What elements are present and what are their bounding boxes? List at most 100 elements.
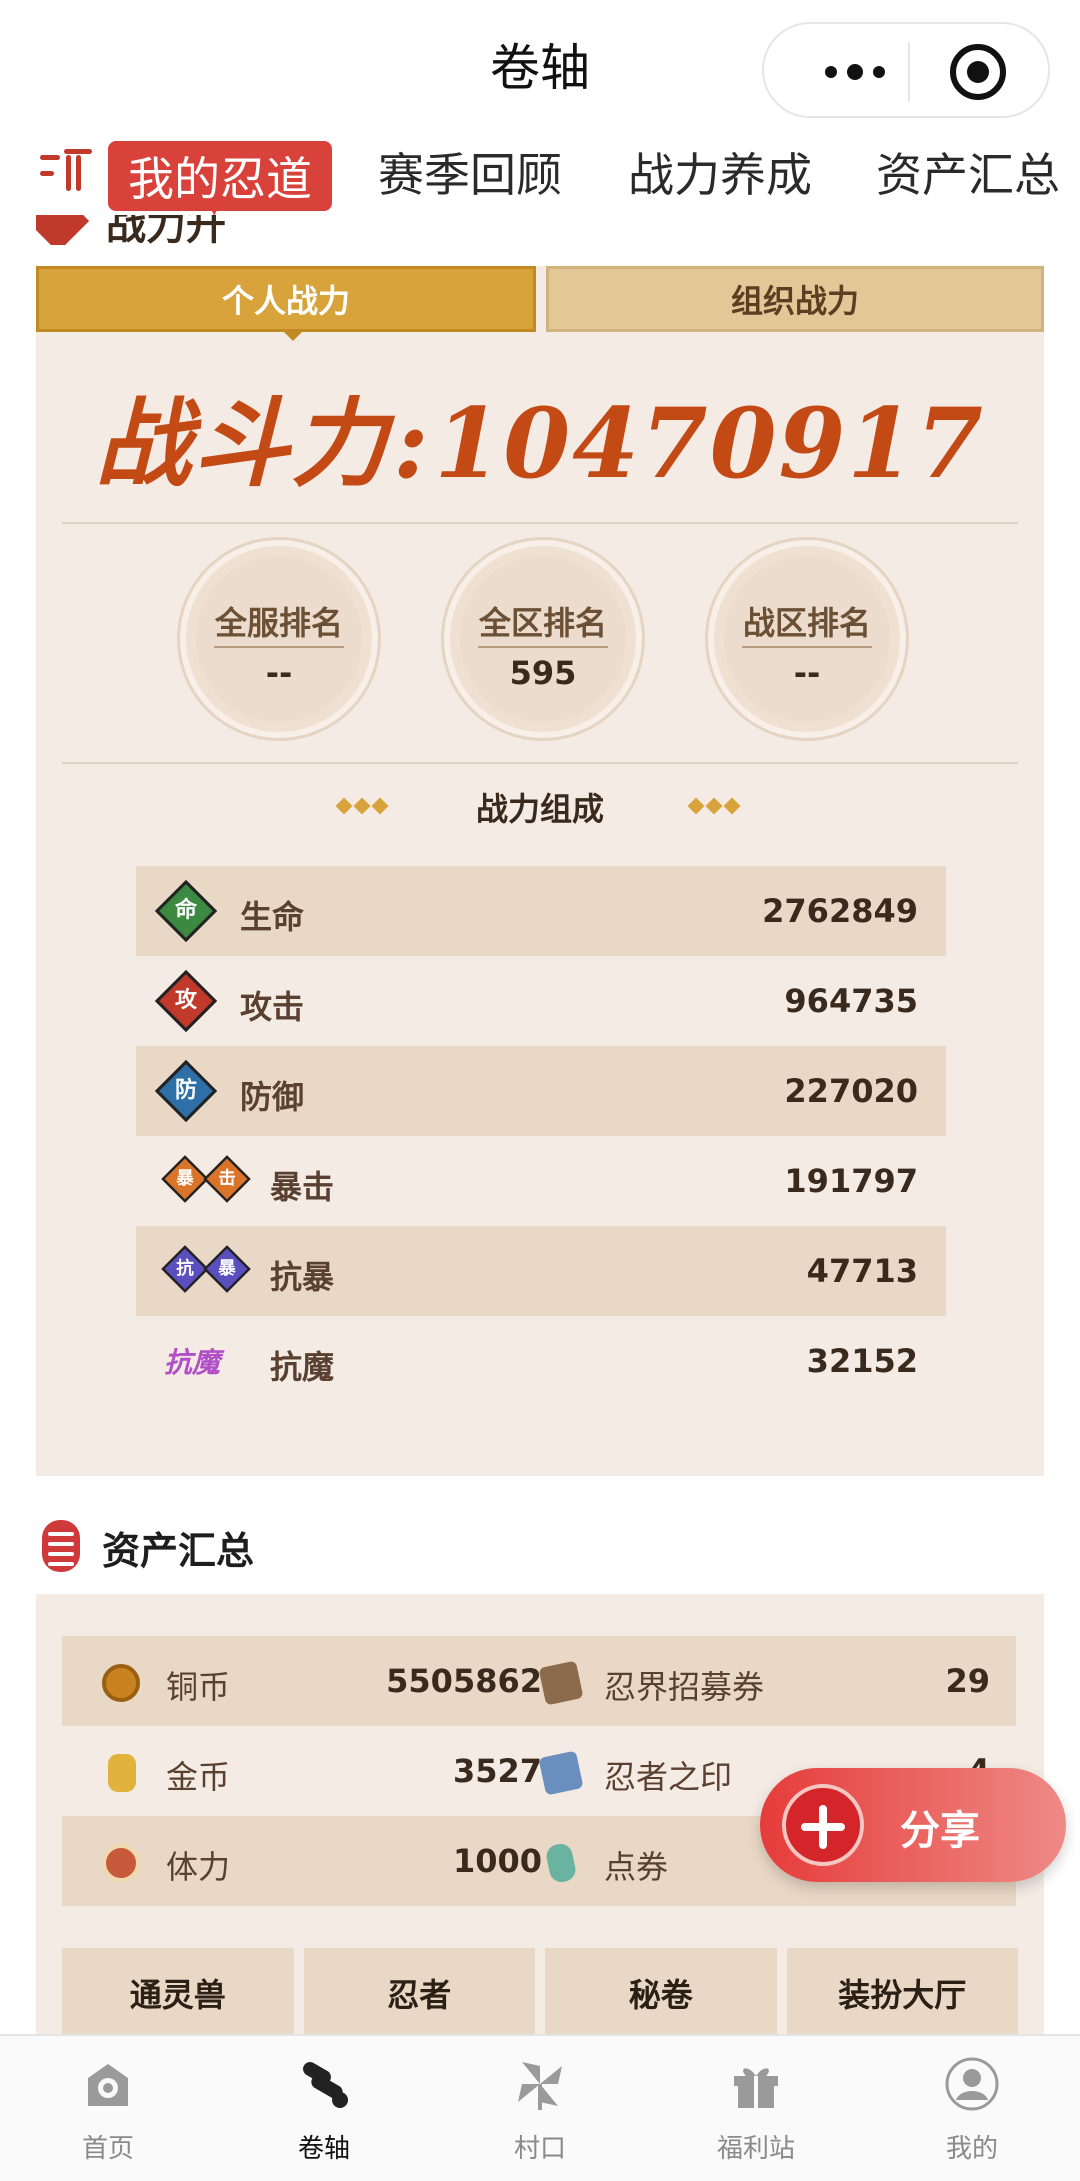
power-value: 战斗力:10470917 — [36, 366, 1044, 505]
outfit-hall-button[interactable]: 装扮大厅 — [786, 1948, 1018, 2038]
copper-coin-icon — [102, 1664, 140, 1702]
stat-name: 抗魔 — [270, 1348, 335, 1386]
rank-label: 全区排名 — [478, 604, 607, 642]
asset-name: 忍者之印 — [604, 1758, 733, 1796]
asset-item: 忍界招募券 29 — [538, 1636, 1016, 1726]
rank-label: 全服排名 — [214, 604, 343, 642]
asset-item: 金币 3527 — [62, 1726, 542, 1816]
asset-value: 29 — [945, 1662, 990, 1700]
list-item: 抗暴 抗暴 47713 — [136, 1226, 946, 1316]
nav-village[interactable]: 村口 — [432, 2036, 648, 2181]
stat-value: 2762849 — [762, 892, 918, 930]
mini-program-capsule — [762, 22, 1050, 118]
gold-coin-icon — [108, 1754, 136, 1792]
composition-title: 战力组成 — [475, 790, 604, 828]
nav-welfare[interactable]: 福利站 — [648, 2036, 864, 2181]
more-icon[interactable] — [800, 48, 910, 96]
asset-name: 忍界招募券 — [604, 1668, 765, 1706]
stat-value: 191797 — [784, 1162, 918, 1200]
stat-value: 964735 — [784, 982, 918, 1020]
attack-icon: 攻 — [154, 969, 218, 1033]
bottom-nav: 首页 卷轴 村口 福利站 我的 — [0, 2034, 1080, 2181]
list-item: 暴击 暴击 191797 — [136, 1136, 946, 1226]
diamond-ornament-right — [687, 797, 741, 815]
tab-asset-summary[interactable]: 资产汇总 — [876, 139, 1060, 205]
ramen-bowl-icon — [102, 1844, 140, 1882]
asset-section-title: 资产汇总 — [102, 1529, 255, 1573]
stat-name: 防御 — [240, 1078, 305, 1116]
rank-value: -- — [793, 654, 821, 692]
tab-personal-power[interactable]: 个人战力 — [36, 266, 536, 341]
share-label: 分享 — [900, 1808, 980, 1854]
asset-value: 1000 — [452, 1842, 542, 1880]
power-label: 战斗力 — [95, 387, 390, 500]
menu-icon[interactable] — [36, 149, 92, 199]
rank-label: 战区排名 — [742, 604, 871, 642]
nav-home[interactable]: 首页 — [0, 2036, 216, 2181]
stat-name: 生命 — [240, 898, 305, 936]
pinwheel-icon — [518, 2062, 562, 2110]
voucher-icon — [544, 1841, 578, 1885]
crit-resist-icon: 抗暴 — [161, 1245, 251, 1294]
stat-name: 暴击 — [270, 1168, 335, 1206]
nav-label: 福利站 — [716, 2134, 795, 2164]
secret-scroll-button[interactable]: 秘卷 — [545, 1948, 777, 2038]
asset-name: 点券 — [604, 1848, 669, 1886]
rank-zone: 战区排名 -- — [708, 540, 906, 738]
hp-icon: 命 — [154, 879, 218, 943]
nav-label: 卷轴 — [297, 2134, 350, 2164]
tab-power-growth[interactable]: 战力养成 — [628, 139, 812, 205]
rank-value: -- — [265, 654, 293, 692]
power-section-title: 战力升级 — [106, 215, 226, 245]
scroll-icon — [42, 1520, 80, 1572]
top-bar: 卷轴 — [0, 0, 1080, 135]
rank-region: 全区排名 595 — [444, 540, 642, 738]
close-target-icon[interactable] — [950, 44, 1006, 100]
asset-name: 金币 — [166, 1758, 231, 1796]
capsule-divider — [908, 42, 910, 102]
recruit-ticket-icon — [538, 1660, 584, 1706]
power-composition-list: 命 生命 2762849 攻 攻击 964735 防 防御 227020 暴击 … — [136, 866, 946, 1406]
stat-value: 47713 — [806, 1252, 918, 1290]
share-button[interactable]: 分享 — [760, 1768, 1066, 1882]
tab-season-review[interactable]: 赛季回顾 — [378, 139, 562, 205]
power-number: 10470917 — [434, 387, 985, 500]
nav-label: 首页 — [81, 2134, 134, 2164]
list-item: 攻 攻击 964735 — [136, 956, 946, 1046]
tab-bar: 我的忍道 ✦ 赛季回顾 战力养成 资产汇总 — [0, 135, 1080, 227]
nav-mine[interactable]: 我的 — [864, 2036, 1080, 2181]
list-item: 抗魔 抗魔 32152 — [136, 1316, 946, 1406]
stat-name: 抗暴 — [270, 1258, 335, 1296]
tab-organization-power[interactable]: 组织战力 — [546, 266, 1044, 332]
power-separator: : — [393, 387, 431, 500]
divider — [62, 522, 1018, 524]
power-panel: 个人战力 组织战力 战斗力:10470917 全服排名 -- 全区排名 595 … — [36, 266, 1044, 1476]
divider — [62, 762, 1018, 764]
ninja-seal-icon — [538, 1750, 584, 1796]
nav-label: 我的 — [945, 2134, 998, 2164]
asset-category-buttons: 通灵兽 忍者 秘卷 装扮大厅 — [62, 1948, 1018, 2038]
summon-beast-button[interactable]: 通灵兽 — [62, 1948, 294, 2038]
asset-name: 铜币 — [166, 1668, 231, 1706]
section-flag-icon — [36, 215, 90, 245]
power-section-header: 战力升级 — [36, 215, 246, 245]
rank-value: 595 — [509, 654, 577, 692]
crit-icon: 暴击 — [161, 1155, 251, 1204]
list-item: 命 生命 2762849 — [136, 866, 946, 956]
scroll-icon — [303, 2062, 348, 2108]
ninja-button[interactable]: 忍者 — [303, 1948, 535, 2038]
asset-value: 3527 — [452, 1752, 542, 1790]
gift-icon — [734, 2068, 778, 2108]
stat-value: 32152 — [806, 1342, 918, 1380]
nav-scroll[interactable]: 卷轴 — [216, 2036, 432, 2181]
asset-item: 铜币 5505862 — [62, 1636, 542, 1726]
rank-server: 全服排名 -- — [180, 540, 378, 738]
asset-name: 体力 — [166, 1848, 231, 1886]
stat-name: 攻击 — [240, 988, 305, 1026]
stat-value: 227020 — [784, 1072, 918, 1110]
list-item: 防 防御 227020 — [136, 1046, 946, 1136]
defense-icon: 防 — [154, 1059, 218, 1123]
home-icon — [88, 2064, 128, 2106]
user-icon — [945, 2057, 999, 2111]
asset-item: 体力 1000 — [62, 1816, 542, 1906]
